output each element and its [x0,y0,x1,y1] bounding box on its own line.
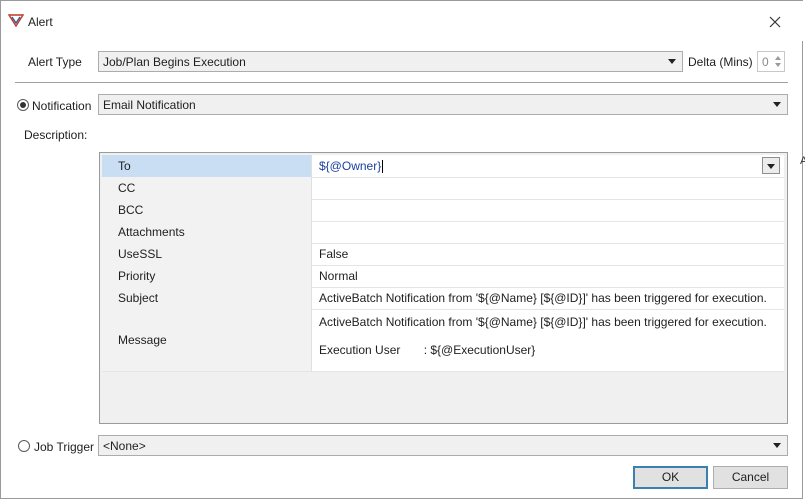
to-dropdown-button[interactable] [762,157,780,174]
background-edge-text: A [800,155,805,167]
message-value[interactable]: ActiveBatch Notification from '${@Name} … [312,309,784,371]
cancel-button[interactable]: Cancel [713,466,788,489]
property-key: BCC [102,199,312,221]
job-trigger-label: Job Trigger [34,440,95,454]
property-key: UseSSL [102,243,312,265]
spin-up-icon[interactable] [775,56,781,60]
property-value[interactable] [312,199,784,221]
window-title: Alert [28,15,53,29]
property-value[interactable]: Normal [312,265,784,287]
spin-down-icon[interactable] [775,63,781,67]
property-row-priority[interactable]: Priority Normal [102,265,784,288]
chevron-down-icon [773,102,781,107]
alert-type-label: Alert Type [28,55,82,69]
property-row-usessl[interactable]: UseSSL False [102,243,784,266]
job-trigger-value: <None> [103,439,146,453]
notification-radio[interactable] [17,99,29,111]
alert-type-dropdown[interactable]: Job/Plan Begins Execution [98,51,683,72]
property-value[interactable]: ActiveBatch Notification from '${@Name} … [312,287,784,309]
message-line: ActiveBatch Notification from '${@Name} … [319,315,767,329]
delta-spinner[interactable]: 0 [757,51,785,72]
property-row-message[interactable]: Message ActiveBatch Notification from '$… [102,309,784,372]
property-value[interactable] [312,221,784,243]
delta-value: 0 [762,55,769,69]
delta-label: Delta (Mins) [688,55,753,69]
description-label: Description: [24,128,88,142]
property-row-attachments[interactable]: Attachments [102,221,784,244]
property-key: Attachments [102,221,312,243]
property-row-cc[interactable]: CC [102,177,784,200]
property-key: To [102,155,312,177]
property-key: Message [102,309,312,371]
notification-dropdown[interactable]: Email Notification [98,94,788,115]
property-grid: To ${@Owner} CC BCC Attachments UseSSL F… [102,155,784,372]
property-key: Priority [102,265,312,287]
alert-type-value: Job/Plan Begins Execution [103,55,246,69]
chevron-down-icon [773,443,781,448]
property-key: Subject [102,287,312,309]
property-row-subject[interactable]: Subject ActiveBatch Notification from '$… [102,287,784,310]
to-value-input[interactable]: ${@Owner} [312,155,784,177]
property-value[interactable]: False [312,243,784,265]
property-key: CC [102,177,312,199]
ok-button[interactable]: OK [633,466,708,489]
text-caret [382,159,384,173]
chevron-down-icon [668,59,676,64]
property-value[interactable] [312,177,784,199]
message-line: Execution User : ${@ExecutionUser} [319,343,536,357]
title-bar: Alert [1,1,804,41]
notification-value: Email Notification [103,98,196,112]
separator [15,82,788,83]
notification-label: Notification [32,99,92,113]
property-row-to[interactable]: To ${@Owner} [102,155,784,178]
alert-app-icon [7,14,25,28]
property-value: ${@Owner} [319,159,382,173]
job-trigger-dropdown[interactable]: <None> [98,435,788,456]
alert-dialog: Alert Alert Type Job/Plan Begins Executi… [0,0,804,499]
job-trigger-radio[interactable] [18,440,30,452]
property-row-bcc[interactable]: BCC [102,199,784,222]
close-icon[interactable] [767,14,783,30]
